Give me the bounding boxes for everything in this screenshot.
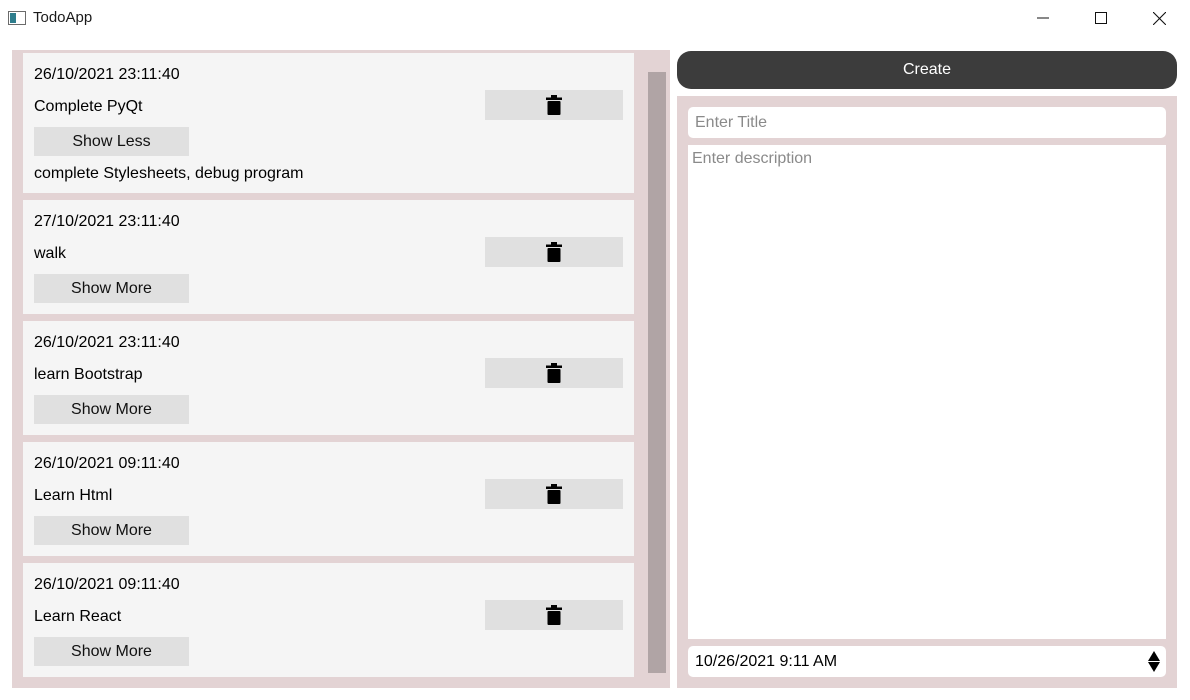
minimize-icon xyxy=(1037,17,1049,19)
create-button[interactable]: Create xyxy=(677,51,1177,89)
minimize-button[interactable] xyxy=(1014,0,1072,36)
close-button[interactable] xyxy=(1130,0,1188,36)
vertical-scrollbar[interactable] xyxy=(648,72,666,673)
description-input[interactable] xyxy=(688,145,1166,639)
app-window-icon xyxy=(8,11,26,25)
todo-date: 26/10/2021 09:11:40 xyxy=(34,455,180,472)
todo-card: 26/10/2021 23:11:40 Complete PyQt Show L… xyxy=(23,53,634,193)
todo-date: 26/10/2021 23:11:40 xyxy=(34,334,180,351)
delete-button[interactable] xyxy=(485,600,623,630)
todo-title: learn Bootstrap xyxy=(34,366,143,383)
todo-title: Learn Html xyxy=(34,487,113,504)
todo-description: complete Stylesheets, debug program xyxy=(34,165,304,182)
trash-icon xyxy=(546,95,562,115)
spin-down-arrow-icon[interactable] xyxy=(1148,662,1160,672)
trash-icon xyxy=(546,484,562,504)
datetime-value[interactable]: 10/26/2021 9:11 AM xyxy=(695,653,837,671)
trash-icon xyxy=(546,605,562,625)
todo-title: Learn React xyxy=(34,608,122,625)
todo-date: 27/10/2021 23:11:40 xyxy=(34,213,180,230)
delete-button[interactable] xyxy=(485,237,623,267)
todo-date: 26/10/2021 09:11:40 xyxy=(34,576,180,593)
show-less-button[interactable]: Show Less xyxy=(34,127,189,156)
todo-card: 27/10/2021 23:11:40 walk Show More xyxy=(23,200,634,314)
delete-button[interactable] xyxy=(485,479,623,509)
delete-button[interactable] xyxy=(485,90,623,120)
todo-date: 26/10/2021 23:11:40 xyxy=(34,66,180,83)
show-more-button[interactable]: Show More xyxy=(34,637,189,666)
datetime-edit[interactable]: 10/26/2021 9:11 AM xyxy=(688,646,1166,677)
spin-up-arrow-icon[interactable] xyxy=(1148,651,1160,661)
maximize-icon xyxy=(1095,12,1107,24)
title-bar: TodoApp xyxy=(0,0,1190,36)
trash-icon xyxy=(546,363,562,383)
todo-list-panel: 26/10/2021 23:11:40 Complete PyQt Show L… xyxy=(12,50,670,688)
show-more-button[interactable]: Show More xyxy=(34,274,189,303)
maximize-button[interactable] xyxy=(1072,0,1130,36)
trash-icon xyxy=(546,242,562,262)
show-more-button[interactable]: Show More xyxy=(34,516,189,545)
window-title: TodoApp xyxy=(33,9,93,26)
delete-button[interactable] xyxy=(485,358,623,388)
title-input[interactable] xyxy=(688,107,1166,138)
new-todo-form: 10/26/2021 9:11 AM xyxy=(677,96,1177,688)
close-icon xyxy=(1152,11,1166,25)
show-more-button[interactable]: Show More xyxy=(34,395,189,424)
todo-card: 26/10/2021 23:11:40 learn Bootstrap Show… xyxy=(23,321,634,435)
todo-title: Complete PyQt xyxy=(34,98,143,115)
todo-title: walk xyxy=(34,245,67,262)
todo-card: 26/10/2021 09:11:40 Learn Html Show More xyxy=(23,442,634,556)
todo-card: 26/10/2021 09:11:40 Learn React Show Mor… xyxy=(23,563,634,677)
